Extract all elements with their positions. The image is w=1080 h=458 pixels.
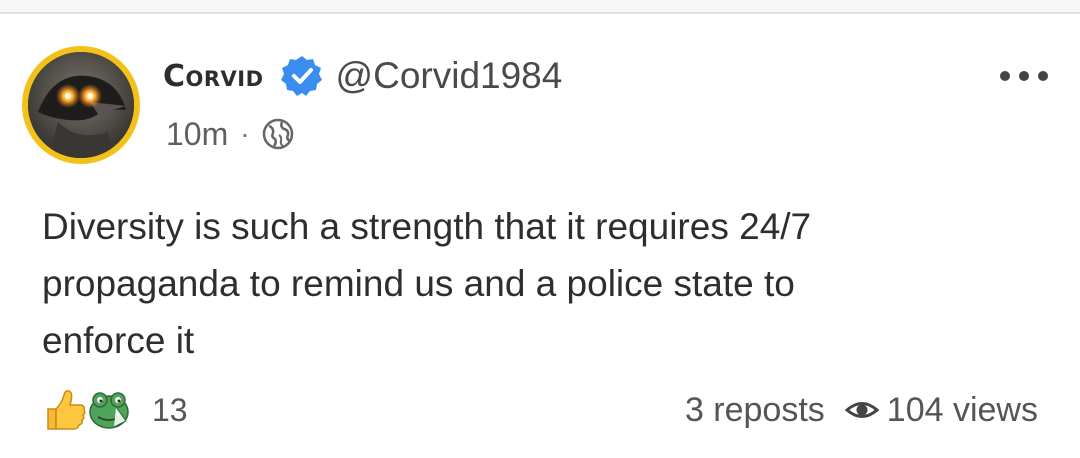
reactions-bar[interactable]: 13 <box>42 386 188 434</box>
post-card[interactable]: Corvid @Corvid1984 10m · Diversity is su… <box>0 16 1080 458</box>
view-count: 104 views <box>886 390 1038 429</box>
frog-emoji-icon[interactable] <box>86 387 132 433</box>
post-meta: 10m · <box>166 114 294 154</box>
more-options-button[interactable] <box>1000 62 1048 90</box>
reaction-count: 13 <box>152 391 188 428</box>
meta-separator: · <box>240 118 250 149</box>
eye-icon <box>844 393 880 427</box>
post-stats: 3 reposts 104 views <box>685 386 1038 434</box>
avatar[interactable] <box>22 46 140 164</box>
globe-icon <box>262 118 294 150</box>
repost-count[interactable]: 3 reposts <box>685 391 825 430</box>
user-handle[interactable]: @Corvid1984 <box>336 55 563 97</box>
display-name[interactable]: Corvid <box>163 59 264 94</box>
top-divider <box>0 0 1080 14</box>
more-horizontal-icon <box>1000 71 1010 81</box>
verified-badge-icon <box>280 54 324 98</box>
thumbs-up-icon[interactable] <box>42 387 88 433</box>
crow-avatar-icon <box>28 52 134 158</box>
post-body-text: Diversity is such a strength that it req… <box>42 206 812 361</box>
author-row: Corvid @Corvid1984 <box>163 54 562 98</box>
post-time: 10m <box>166 115 229 152</box>
